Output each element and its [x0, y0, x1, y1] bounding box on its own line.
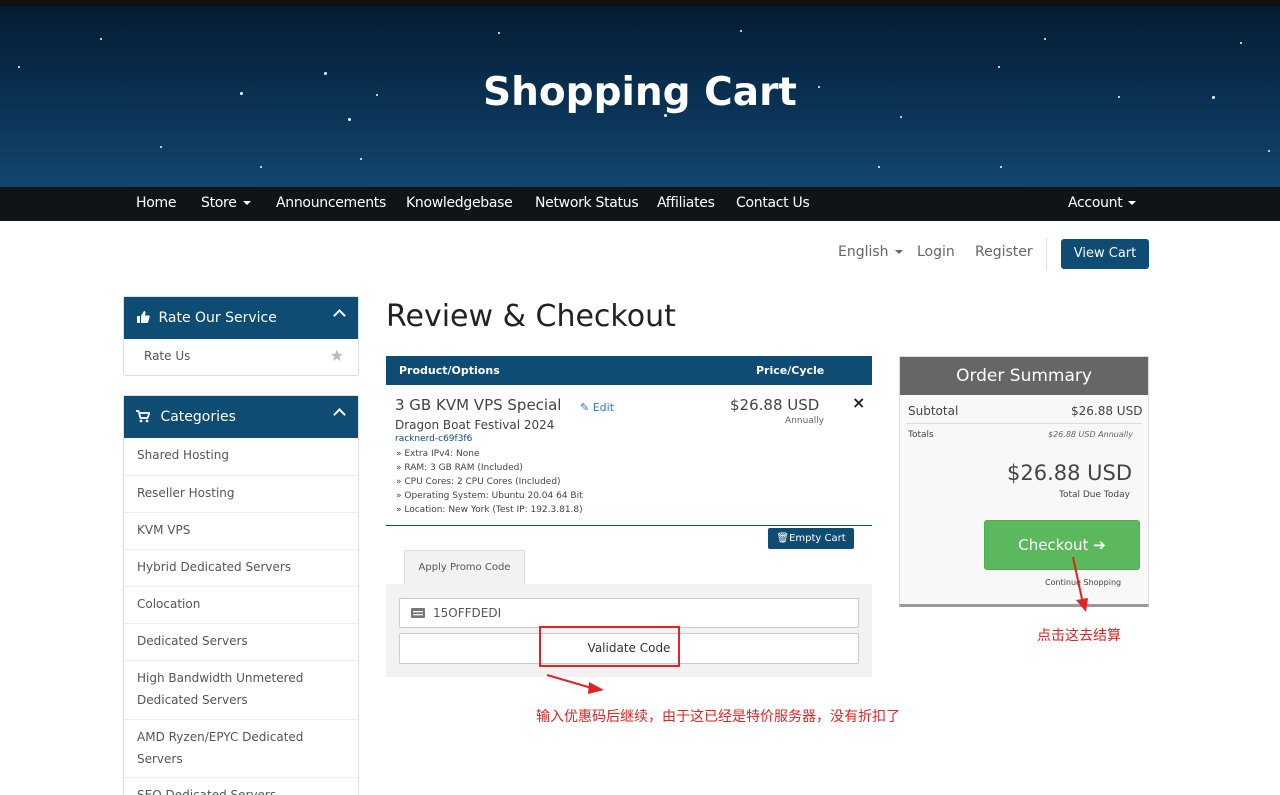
divider — [1046, 238, 1047, 270]
tab-apply-promo[interactable]: Apply Promo Code — [404, 550, 525, 585]
nav-contact-us[interactable]: Contact Us — [736, 195, 810, 211]
product-hostname: racknerd-c69f3f6 — [395, 434, 473, 444]
nav-network-status[interactable]: Network Status — [535, 195, 639, 211]
subtotal-label: Subtotal — [908, 404, 959, 418]
cart-table-header: Product/Options Price/Cycle — [386, 356, 872, 385]
trash-icon: 🗑 — [776, 533, 790, 544]
totals-value: $26.88 USD Annually — [1048, 430, 1133, 439]
star-icon: ★ — [329, 346, 344, 365]
category-item-shared-hosting[interactable]: Shared Hosting — [124, 438, 358, 475]
annotation-arrow-promo — [546, 674, 596, 690]
nav-account-label: Account — [1068, 195, 1123, 211]
product-option: » CPU Cores: 2 CPU Cores (Included) — [396, 477, 561, 487]
cart-icon — [136, 410, 151, 423]
category-item-reseller-hosting[interactable]: Reseller Hosting — [124, 475, 358, 512]
nav-affiliates[interactable]: Affiliates — [657, 195, 715, 211]
subtotal-value: $26.88 USD — [1071, 404, 1143, 418]
categories-panel-header[interactable]: Categories — [124, 396, 358, 438]
rate-service-panel: Rate Our Service Rate Us ★ — [123, 296, 359, 376]
main-navbar: Home Store Announcements Knowledgebase N… — [0, 187, 1280, 221]
product-option: » RAM: 3 GB RAM (Included) — [396, 463, 523, 473]
product-option: » Operating System: Ubuntu 20.04 64 Bit — [396, 491, 583, 501]
edit-label: Edit — [592, 401, 615, 414]
thumbs-up-icon — [137, 311, 150, 323]
total-due-label: Total Due Today — [1059, 490, 1130, 500]
arrow-right-icon: ➔ — [1093, 536, 1106, 554]
product-group: Dragon Boat Festival 2024 — [395, 418, 555, 432]
page-hero-title: Shopping Cart — [483, 70, 797, 115]
nav-knowledgebase[interactable]: Knowledgebase — [406, 195, 513, 211]
checkout-button[interactable]: Checkout ➔ — [984, 520, 1140, 570]
language-selector[interactable]: English — [838, 244, 903, 260]
chevron-up-icon[interactable] — [333, 309, 346, 322]
promo-code-value: 15OFFDEDI — [433, 606, 502, 620]
language-label: English — [838, 244, 889, 260]
chevron-up-icon[interactable] — [333, 408, 346, 421]
annotation-promo-note: 输入优惠码后继续，由于这已经是特价服务器，没有折扣了 — [536, 709, 900, 725]
category-item-seo-dedicated[interactable]: SEO Dedicated Servers — [124, 777, 358, 795]
edit-product-link[interactable]: ✎ Edit — [580, 401, 614, 414]
category-item-kvm-vps[interactable]: KVM VPS — [124, 512, 358, 549]
order-summary-title: Order Summary — [900, 357, 1148, 395]
category-item-high-bandwidth[interactable]: High Bandwidth Unmetered Dedicated Serve… — [124, 660, 358, 719]
pencil-icon: ✎ — [580, 401, 590, 414]
totals-label: Totals — [908, 430, 934, 440]
login-link[interactable]: Login — [917, 244, 955, 260]
nav-home[interactable]: Home — [136, 195, 176, 211]
category-item-amd-ryzen[interactable]: AMD Ryzen/EPYC Dedicated Servers — [124, 719, 358, 777]
rate-panel-header[interactable]: Rate Our Service — [124, 297, 358, 339]
hero-banner: Shopping Cart — [0, 6, 1280, 187]
empty-cart-label: Empty Cart — [789, 533, 846, 544]
arrow-head-icon — [588, 682, 604, 694]
view-cart-button[interactable]: View Cart — [1061, 239, 1149, 269]
product-price: $26.88 USD — [730, 396, 820, 414]
categories-panel-title: Categories — [160, 409, 236, 425]
category-item-colocation[interactable]: Colocation — [124, 586, 358, 623]
rate-us-item[interactable]: Rate Us ★ — [124, 339, 358, 375]
register-link[interactable]: Register — [975, 244, 1033, 260]
caret-down-icon — [1128, 201, 1137, 205]
rate-us-label: Rate Us — [144, 349, 191, 363]
product-option: » Location: New York (Test IP: 192.3.81.… — [396, 505, 583, 515]
product-name: 3 GB KVM VPS Special — [395, 396, 562, 414]
empty-cart-button[interactable]: 🗑Empty Cart — [768, 528, 854, 549]
categories-panel: Categories Shared Hosting Reseller Hosti… — [123, 395, 359, 795]
nav-announcements[interactable]: Announcements — [276, 195, 386, 211]
ticket-icon — [411, 608, 425, 618]
page-title: Review & Checkout — [386, 299, 676, 334]
category-item-dedicated-servers[interactable]: Dedicated Servers — [124, 623, 358, 660]
nav-account[interactable]: Account — [1068, 195, 1137, 211]
product-column-header: Product/Options — [399, 364, 500, 377]
total-due-amount: $26.88 USD — [1007, 461, 1133, 485]
caret-down-icon — [242, 201, 251, 205]
annotation-checkout-note: 点击这去结算 — [1037, 628, 1121, 644]
rate-panel-title: Rate Our Service — [158, 310, 277, 326]
nav-store[interactable]: Store — [201, 195, 251, 211]
nav-store-label: Store — [201, 195, 237, 211]
price-column-header: Price/Cycle — [756, 364, 825, 377]
promo-code-input[interactable]: 15OFFDEDI — [399, 598, 859, 628]
remove-item-icon[interactable]: × — [852, 393, 865, 412]
annotation-highlight-box — [539, 626, 680, 667]
caret-down-icon — [894, 250, 903, 254]
product-cycle: Annually — [785, 416, 825, 426]
category-item-hybrid-dedicated[interactable]: Hybrid Dedicated Servers — [124, 549, 358, 586]
divider — [906, 423, 1142, 424]
checkout-label: Checkout — [1018, 536, 1089, 554]
continue-shopping-link[interactable]: Continue Shopping — [1045, 578, 1121, 587]
product-option: » Extra IPv4: None — [396, 449, 480, 459]
